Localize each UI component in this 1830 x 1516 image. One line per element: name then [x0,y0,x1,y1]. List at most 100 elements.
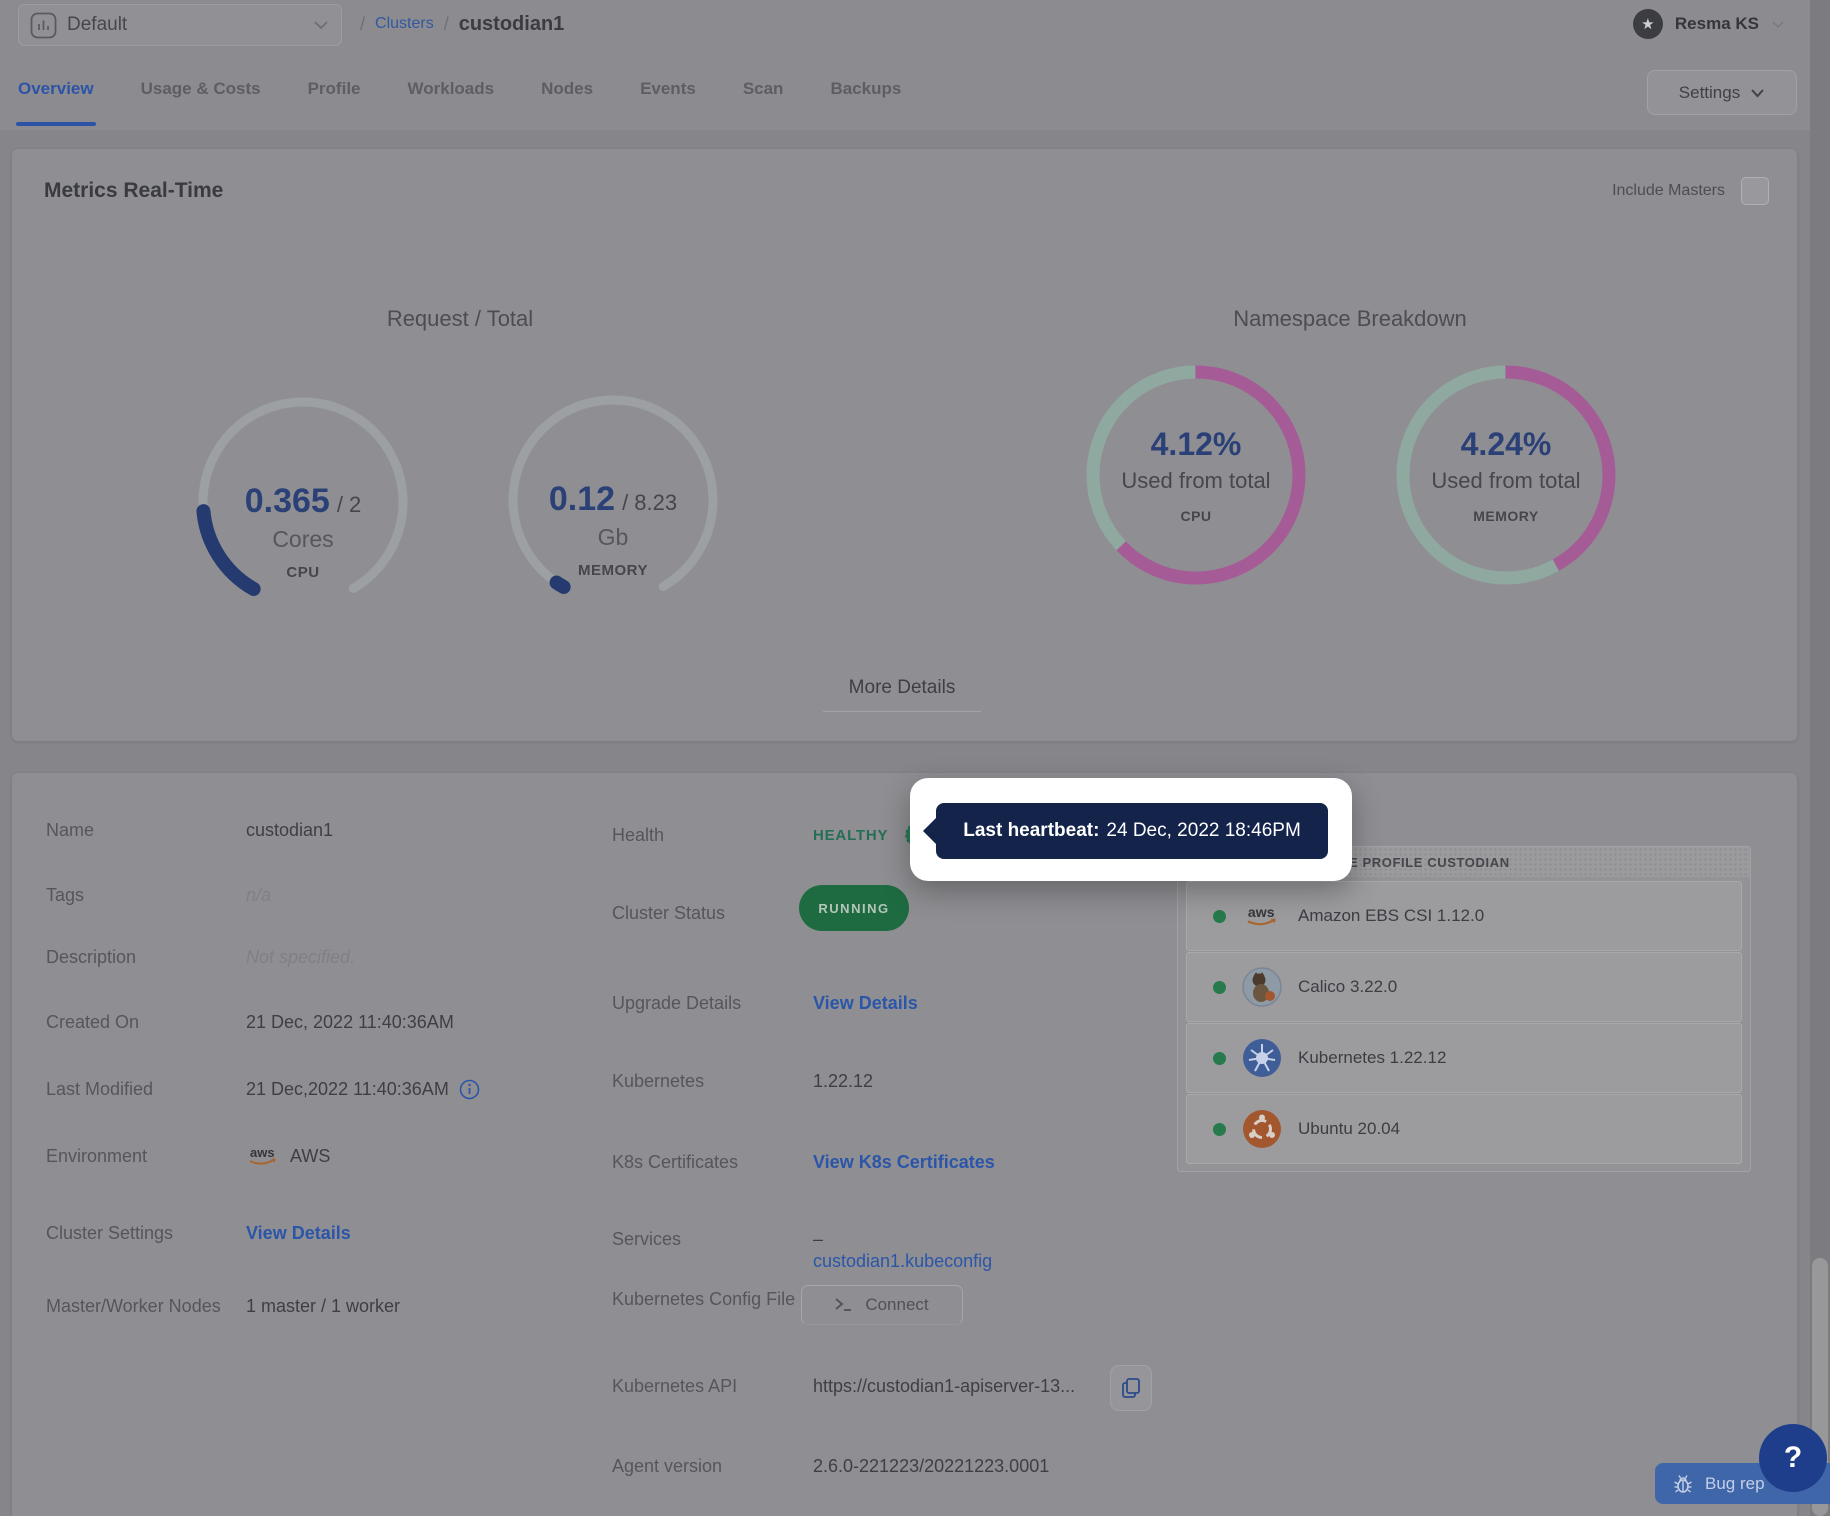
breadcrumb: / Clusters / custodian1 [360,0,564,48]
copy-icon [1121,1377,1141,1399]
namespace-memory-caption: Used from total [1391,468,1621,494]
request-total-title: Request / Total [150,306,770,332]
user-name: Resma KS [1675,14,1759,34]
tab-events[interactable]: Events [640,48,696,130]
namespace-cpu-caption: Used from total [1081,468,1311,494]
memory-gauge-label: MEMORY [493,562,733,579]
tab-profile[interactable]: Profile [308,48,361,130]
kubernetes-icon [1242,1038,1282,1078]
cluster-details-card: Name custodian1 Tags n/a Description Not… [12,773,1797,1516]
tab-usage-costs[interactable]: Usage & Costs [141,48,261,130]
namespace-cpu-percent: 4.12% [1081,426,1311,463]
connect-button-label: Connect [865,1295,928,1315]
terminal-icon [835,1298,853,1312]
include-masters-label: Include Masters [1612,182,1725,200]
user-avatar-star-icon: ★ [1633,9,1663,39]
project-selector-label: Default [67,14,127,36]
svg-text:aws: aws [250,1145,275,1160]
breadcrumb-current-cluster: custodian1 [459,13,565,36]
namespace-cpu-donut: 4.12% Used from total CPU [1081,360,1311,590]
memory-request-value: 0.12 [549,480,615,518]
info-icon[interactable] [459,1079,480,1100]
infra-layer-os[interactable]: Ubuntu 20.04 [1186,1094,1742,1164]
upgrade-view-details-link[interactable]: View Details [813,993,918,1014]
bug-icon [1673,1474,1693,1494]
breadcrumb-clusters-link[interactable]: Clusters [375,15,434,33]
chevron-down-icon [1750,88,1765,98]
more-details-link[interactable]: More Details [823,677,981,712]
tab-nodes[interactable]: Nodes [541,48,593,130]
detail-row-cluster-status: Cluster Status [612,903,813,924]
status-dot [1213,1052,1226,1065]
include-masters-control: Include Masters [1612,177,1769,205]
status-dot [1213,1123,1226,1136]
user-menu[interactable]: ★ Resma KS [1633,0,1785,48]
detail-row-cluster-settings: Cluster Settings View Details [46,1223,351,1244]
memory-gauge: 0.12 / 8.23 Gb MEMORY [493,380,733,620]
help-button-label: ? [1784,1441,1802,1475]
namespace-memory-label: MEMORY [1391,508,1621,524]
chevron-down-icon [1771,20,1785,29]
detail-row-services: Services – [612,1229,823,1250]
last-heartbeat-tooltip: Last heartbeat: 24 Dec, 2022 18:46PM [936,803,1328,859]
project-icon [29,11,57,39]
tabs: Overview Usage & Costs Profile Workloads… [18,48,901,130]
help-button[interactable]: ? [1759,1424,1827,1492]
cpu-gauge: 0.365/ 2 Cores CPU [183,382,423,622]
cluster-overview-page: Default / Clusters / custodian1 ★ Resma … [0,0,1830,1516]
status-dot [1213,981,1226,994]
detail-row-environment: Environment aws AWS [46,1144,330,1168]
detail-row-created-on: Created On 21 Dec, 2022 11:40:36AM [46,1012,454,1033]
status-dot [1213,910,1226,923]
memory-gauge-unit: Gb [493,524,733,551]
cpu-gauge-unit: Cores [183,526,423,553]
infrastructure-profile-panel: INFRASTRUCTURE PROFILE CUSTODIAN aws Ama… [1177,846,1751,1172]
breadcrumb-separator: / [360,14,365,35]
calico-icon [1242,967,1282,1007]
connect-button[interactable]: Connect [801,1285,963,1325]
infra-layer-csi[interactable]: aws Amazon EBS CSI 1.12.0 [1186,881,1742,951]
health-status-badge: HEALTHY [813,827,888,844]
infra-layer-cni[interactable]: Calico 3.22.0 [1186,952,1742,1022]
settings-button[interactable]: Settings [1647,70,1797,115]
namespace-breakdown-title: Namespace Breakdown [1040,306,1660,332]
kubeconfig-file-link[interactable]: custodian1.kubeconfig [813,1251,992,1272]
namespace-memory-donut: 4.24% Used from total MEMORY [1391,360,1621,590]
detail-row-kubeconfig: Kubernetes Config File [612,1289,813,1310]
copy-api-url-button[interactable] [1110,1365,1152,1411]
settings-button-label: Settings [1679,83,1740,103]
memory-total-value: / 8.23 [622,490,677,515]
memory-gauge-value-line: 0.12 / 8.23 [493,480,733,519]
detail-row-k8s-certificates: K8s Certificates View K8s Certificates [612,1152,995,1173]
detail-row-master-worker: Master/Worker Nodes 1 master / 1 worker [46,1296,400,1317]
project-selector[interactable]: Default [18,4,342,46]
cluster-status-badge: RUNNING [799,885,909,931]
tab-workloads[interactable]: Workloads [408,48,495,130]
infra-layer-kubernetes[interactable]: Kubernetes 1.22.12 [1186,1023,1742,1093]
tab-backups[interactable]: Backups [830,48,901,130]
bug-report-label: Bug rep [1705,1474,1765,1494]
aws-icon: aws [1242,896,1282,936]
metrics-realtime-card: Metrics Real-Time Include Masters Reques… [12,149,1797,741]
detail-row-kubernetes: Kubernetes 1.22.12 [612,1071,873,1092]
detail-row-health: Health HEALTHY [612,821,932,849]
ubuntu-icon [1242,1109,1282,1149]
cluster-settings-view-details-link[interactable]: View Details [246,1223,351,1244]
detail-row-last-modified: Last Modified 21 Dec,2022 11:40:36AM [46,1079,480,1100]
kubernetes-api-url: https://custodian1-apiserver-13... [813,1376,1075,1397]
detail-row-upgrade-details: Upgrade Details View Details [612,993,918,1014]
tooltip-arrow [923,817,937,845]
view-k8s-certificates-link[interactable]: View K8s Certificates [813,1152,995,1173]
breadcrumb-separator: / [444,14,449,35]
namespace-cpu-label: CPU [1081,508,1311,524]
detail-row-tags: Tags n/a [46,885,271,906]
cpu-gauge-value-line: 0.365/ 2 [183,482,423,521]
tab-overview[interactable]: Overview [18,48,94,130]
tab-bar: Overview Usage & Costs Profile Workloads… [0,48,1830,130]
tab-scan[interactable]: Scan [743,48,784,130]
metrics-title: Metrics Real-Time [44,179,223,203]
top-bar: Default / Clusters / custodian1 ★ Resma … [0,0,1830,49]
aws-icon: aws [246,1144,280,1168]
include-masters-checkbox[interactable] [1741,177,1769,205]
detail-row-description: Description Not specified. [46,947,355,968]
